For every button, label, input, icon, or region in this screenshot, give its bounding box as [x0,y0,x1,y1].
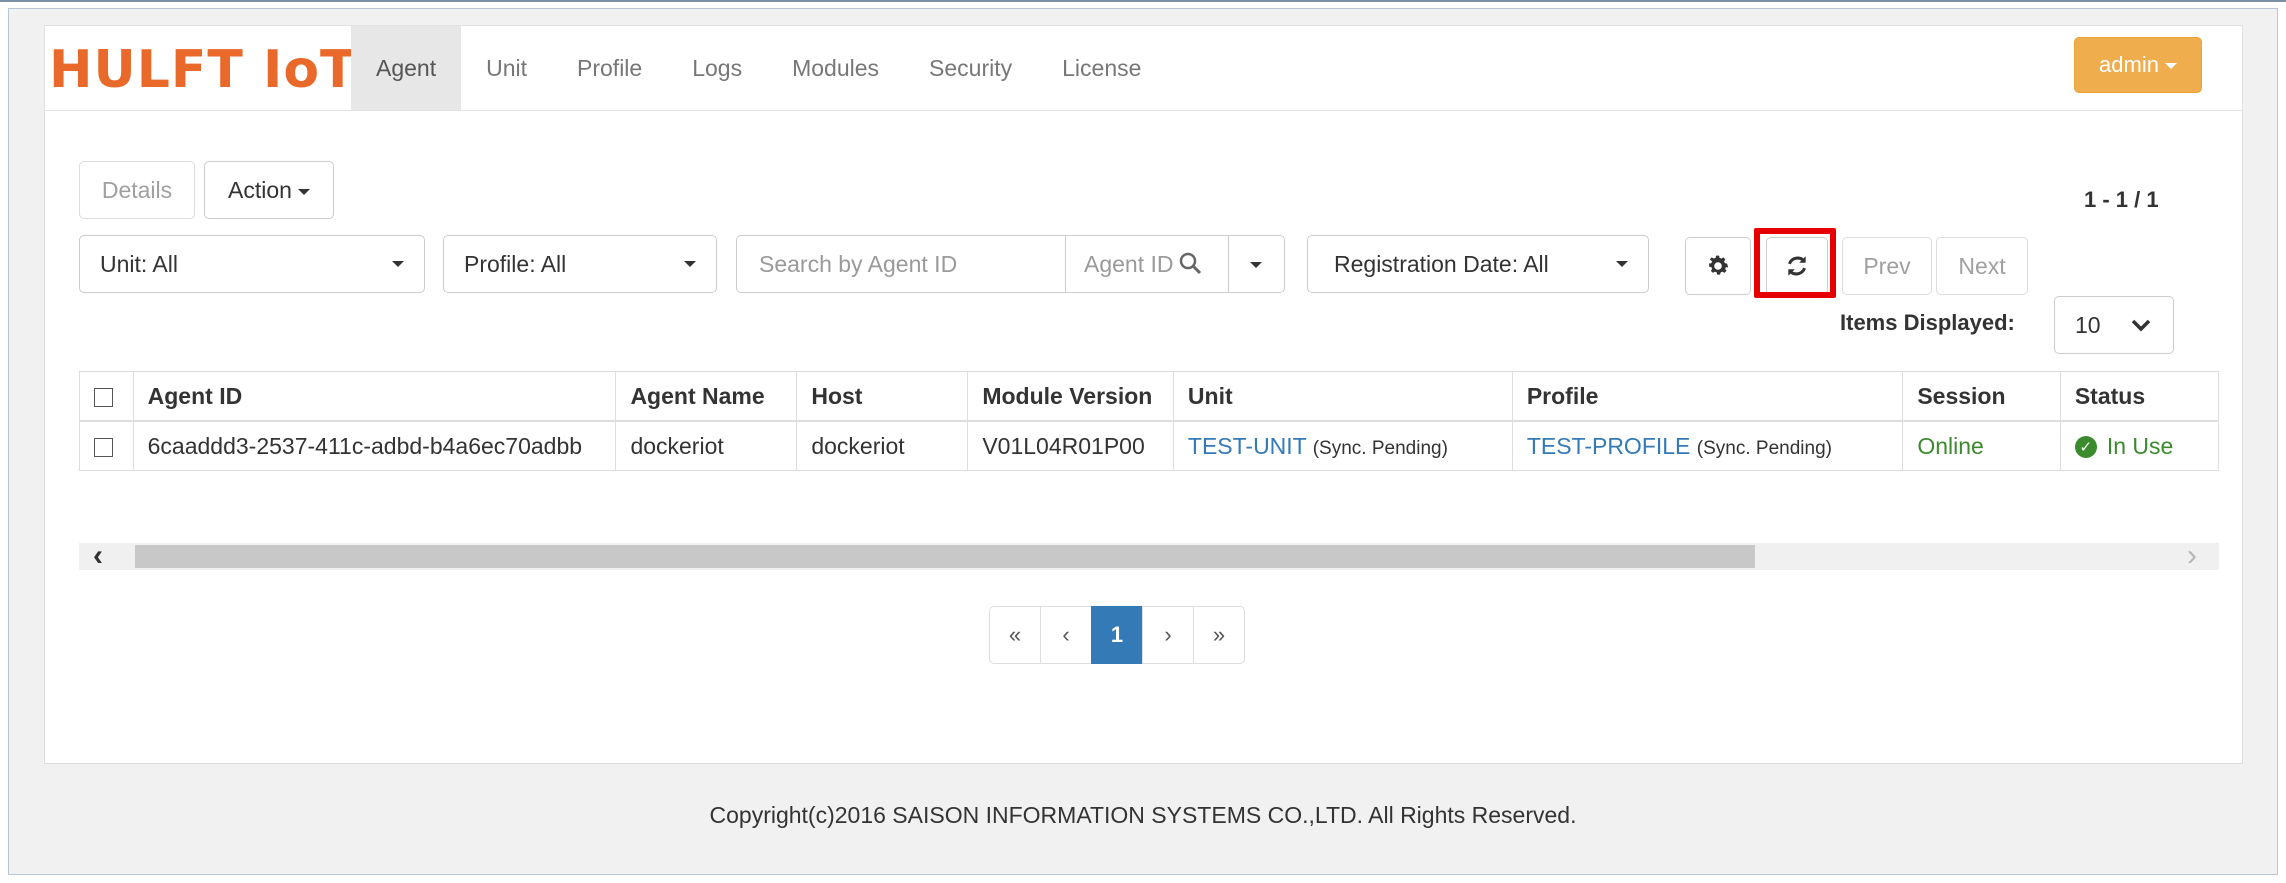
items-displayed-label: Items Displayed: [1840,310,2015,335]
profile-filter-select[interactable]: Profile: All [443,235,717,293]
page-current-button[interactable]: 1 [1091,606,1143,664]
check-circle-icon: ✓ [2074,436,2097,459]
column-header[interactable]: Status [2059,371,2219,422]
row-select-cell [79,420,134,471]
unit-filter-select[interactable]: Unit: All [79,235,425,293]
nav-modules[interactable]: Modules [767,26,904,110]
caret-down-icon [1250,262,1262,268]
user-menu-button[interactable]: admin [2074,37,2202,93]
next-button[interactable]: Next [1936,237,2028,295]
status-value: In Use [2106,432,2174,459]
top-border [0,0,2286,2]
agent-id-cell: 6caaddd3-2537-411c-adbd-b4a6ec70adbb [132,420,617,471]
agent-panel: Details Action 1 - 1 / 1 Unit: All Profi… [44,111,2243,764]
caret-down-icon [684,261,696,267]
agent-name-cell: dockeriot [615,420,798,471]
search-input[interactable] [757,236,1061,292]
action-label: Action [228,177,292,203]
search-icon [1179,252,1201,275]
unit-link[interactable]: TEST-UNIT [1188,433,1306,459]
module-version-cell: V01L04R01P00 [967,420,1174,471]
scroll-left-icon[interactable]: ‹ [93,541,103,571]
footer-copyright: Copyright(c)2016 SAISON INFORMATION SYST… [709,802,1577,828]
nav-logs[interactable]: Logs [667,26,767,110]
agent-table-container: Agent ID Agent Name Host Module Version … [79,371,2219,472]
session-cell: Online [1902,420,2061,471]
scroll-right-icon[interactable]: › [2187,541,2197,571]
registration-date-value: Registration Date: All [1334,251,1549,277]
session-status: Online [1917,432,1984,459]
result-count: 1 - 1 / 1 [2084,187,2159,212]
select-all-cell [79,371,134,422]
nav-unit[interactable]: Unit [461,26,552,110]
column-header[interactable]: Module Version [967,371,1174,422]
agent-table: Agent ID Agent Name Host Module Version … [79,371,2219,471]
search-field-dropdown[interactable] [1228,235,1285,293]
search-field-label: Agent ID [1084,251,1174,277]
table-header-row: Agent ID Agent Name Host Module Version … [79,371,2219,422]
registration-date-select[interactable]: Registration Date: All [1307,235,1649,293]
page-last-button[interactable]: » [1193,606,1245,664]
nav-profile[interactable]: Profile [552,26,667,110]
nav-security[interactable]: Security [904,26,1037,110]
search-box [736,235,1066,293]
refresh-highlight [1754,228,1836,298]
logo: HULFT IoT [49,40,357,100]
settings-button[interactable] [1685,237,1751,295]
column-header[interactable]: Profile [1511,371,1904,422]
nav-license[interactable]: License [1037,26,1166,110]
navbar: HULFT IoT Agent Unit Profile Logs Module… [44,25,2243,111]
table-row[interactable]: 6caaddd3-2537-411c-adbd-b4a6ec70adbb doc… [79,420,2219,471]
scrollbar-thumb[interactable] [135,545,1755,568]
column-header[interactable]: Host [796,371,969,422]
page-first-button[interactable]: « [989,606,1041,664]
items-displayed-select[interactable]: 10 [2054,296,2174,354]
details-button[interactable]: Details [79,161,195,219]
column-header[interactable]: Agent Name [615,371,798,422]
column-header[interactable]: Session [1902,371,2061,422]
user-menu-label: admin [2099,52,2159,77]
profile-link[interactable]: TEST-PROFILE [1527,433,1691,459]
search-field-addon[interactable]: Agent ID [1065,235,1229,293]
pagination: « ‹ 1 › » [989,606,1245,664]
action-button[interactable]: Action [204,161,334,219]
profile-cell: TEST-PROFILE (Sync. Pending) [1511,420,1904,471]
page-next-button[interactable]: › [1142,606,1194,664]
chevron-down-icon [2131,319,2151,332]
caret-down-icon [392,261,404,267]
row-checkbox[interactable] [94,437,113,457]
nav-agent[interactable]: Agent [351,26,462,110]
items-displayed-value: 10 [2075,312,2101,338]
prev-button[interactable]: Prev [1842,237,1932,295]
select-all-checkbox[interactable] [94,387,113,407]
profile-sync-note: (Sync. Pending) [1696,437,1832,459]
caret-down-icon [297,188,310,195]
horizontal-scrollbar[interactable]: ‹ › [79,541,2219,571]
status-cell: ✓ In Use [2059,420,2219,471]
caret-down-icon [1616,261,1628,267]
host-cell: dockeriot [796,420,969,471]
page-prev-button[interactable]: ‹ [1040,606,1092,664]
unit-sync-note: (Sync. Pending) [1312,437,1448,459]
profile-filter-value: Profile: All [464,251,567,277]
gear-icon [1709,255,1729,275]
column-header[interactable]: Unit [1172,371,1513,422]
caret-down-icon [2164,63,2177,70]
main-nav: Agent Unit Profile Logs Modules Security… [351,26,1166,110]
unit-cell: TEST-UNIT (Sync. Pending) [1172,420,1513,471]
column-header[interactable]: Agent ID [132,371,617,422]
unit-filter-value: Unit: All [100,251,178,277]
